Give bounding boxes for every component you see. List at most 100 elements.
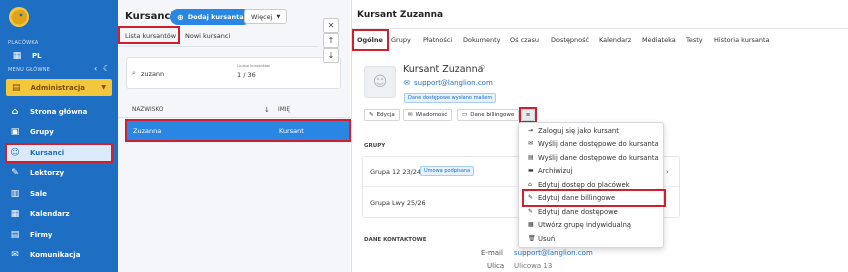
- calendar-icon: ▦: [10, 209, 20, 219]
- tab-ogolne[interactable]: Ogólne: [357, 36, 383, 44]
- sidebar-item-kursanci[interactable]: ☺ Kursanci: [10, 145, 64, 161]
- tabs-divider: [118, 46, 318, 47]
- sidebar-item-label: Firmy: [30, 231, 53, 239]
- title-divider: [352, 28, 848, 29]
- menu-item-edit-billing[interactable]: ✎ Edytuj dane billingowe: [528, 192, 615, 203]
- street-label: Ulica: [487, 262, 505, 270]
- tab-platnosci[interactable]: Płatności: [423, 36, 452, 44]
- group-name[interactable]: Grupa Lwy 25/26: [370, 199, 426, 207]
- tab-grupy[interactable]: Grupy: [391, 36, 411, 44]
- group-add-icon: ▦: [528, 221, 534, 228]
- communication-icon: ✉: [11, 250, 19, 260]
- next-button[interactable]: ↓: [323, 48, 339, 63]
- pager-label: Liczba kursantów: [237, 63, 270, 68]
- groups-section-label: GRUPY: [364, 143, 386, 149]
- tab-historia-kursanta[interactable]: Historia kursanta: [714, 36, 770, 44]
- student-email[interactable]: support@langlion.com: [414, 79, 493, 87]
- message-button[interactable]: ✉ Wiadomość: [403, 109, 453, 121]
- more-button[interactable]: Więcej ▼: [244, 9, 288, 24]
- menu-item-edit-access[interactable]: ✎ Edytuj dane dostępowe: [528, 206, 618, 217]
- placowka-select[interactable]: ▦ PL: [12, 48, 42, 64]
- menu-item-create-individual-group[interactable]: ▦ Utwórz grupę indywidualną: [528, 219, 631, 230]
- billing-button[interactable]: ▭ Dane billingowe: [457, 109, 520, 121]
- sidebar-item-firmy[interactable]: ▤ Firmy: [10, 227, 53, 243]
- more-label: Więcej: [251, 12, 273, 21]
- tab-lista-kursantow[interactable]: Lista kursantów: [125, 32, 176, 40]
- arrow-down-icon: ↓: [327, 51, 335, 60]
- send-icon: ✉: [528, 140, 534, 147]
- card-icon: ▭: [462, 112, 468, 118]
- chevron-right-icon[interactable]: ›: [666, 168, 669, 176]
- avatar[interactable]: ☺: [364, 66, 396, 98]
- tab-nowi-kursanci[interactable]: Nowi kursanci: [185, 32, 230, 40]
- sidebar-item-label: Sale: [30, 190, 47, 198]
- trash-icon: 🗑: [528, 235, 536, 242]
- pencil-icon: ✎: [369, 112, 374, 118]
- menu-item-edit-branch-access[interactable]: ⌂ Edytuj dostęp do placówek: [528, 179, 630, 190]
- col-header-nazwisko[interactable]: NAZWISKO: [132, 107, 163, 113]
- tab-kalendarz[interactable]: Kalendarz: [599, 36, 631, 44]
- contact-email[interactable]: support@langlion.com: [514, 249, 593, 257]
- dashboard-icon: ⌂: [11, 107, 19, 117]
- send-list-icon: ▤: [528, 154, 534, 161]
- prev-button[interactable]: ↑: [323, 33, 339, 48]
- sort-arrow-icon[interactable]: ↓: [264, 106, 270, 114]
- placowka-label: PLACÓWKA: [8, 40, 39, 46]
- search-input[interactable]: zuzann: [141, 70, 164, 78]
- billing-label: Dane billingowe: [470, 112, 515, 118]
- sidebar-item-sale[interactable]: ▥ Sale: [10, 186, 47, 202]
- home-icon: ⌂: [528, 181, 532, 188]
- admin-label: Administracja: [30, 83, 85, 92]
- tab-dostepnosc[interactable]: Dostępność: [551, 36, 589, 44]
- close-button[interactable]: ✕: [323, 18, 339, 33]
- moon-icon[interactable]: ☾: [103, 64, 110, 73]
- pager-value: 1 / 36: [237, 71, 256, 79]
- edit-icon: ✎: [528, 194, 534, 201]
- table-row[interactable]: Zuzanna Kursant: [127, 121, 349, 140]
- edit-label: Edycja: [376, 112, 395, 118]
- sidebar-item-kalendarz[interactable]: ▦ Kalendarz: [10, 206, 70, 222]
- filters-box: ⌕ zuzann Liczba kursantów 1 / 36: [126, 57, 341, 89]
- col-header-imie[interactable]: IMIĘ: [278, 107, 290, 113]
- menu-item-archive[interactable]: ▬ Archiwizuj: [528, 165, 572, 176]
- add-student-button[interactable]: ⊕ Dodaj kursanta: [170, 9, 251, 25]
- search-icon: ⌕: [132, 69, 136, 77]
- menu-item-label: Edytuj dostęp do placówek: [538, 180, 630, 189]
- menu-item-label: Utwórz grupę indywidualną: [538, 220, 632, 229]
- tab-testy[interactable]: Testy: [686, 36, 703, 44]
- message-icon: ✉: [408, 112, 413, 118]
- collapse-icon[interactable]: ‹: [94, 64, 97, 73]
- header-divider: [118, 117, 350, 118]
- edit-icon: ✎: [528, 208, 534, 215]
- tab-dokumenty[interactable]: Dokumenty: [463, 36, 501, 44]
- companies-icon: ▤: [10, 230, 20, 240]
- message-label: Wiadomość: [415, 112, 448, 118]
- sidebar-item-strona-glowna[interactable]: ⌂ Strona główna: [10, 104, 88, 120]
- menu-label: MENU GŁÓWNE: [8, 67, 51, 73]
- menu-item-label: Edytuj dane dostępowe: [538, 207, 618, 216]
- email-icon: ✉: [404, 79, 410, 87]
- chevron-down-icon: ▼: [276, 13, 281, 20]
- groups-icon: ▣: [10, 127, 20, 137]
- tab-os-czasu[interactable]: Oś czasu: [510, 36, 539, 44]
- building-icon: ▦: [12, 51, 22, 61]
- admin-icon: ▤: [12, 82, 21, 93]
- contact-section-label: DANE KONTAKTOWE: [364, 237, 427, 243]
- group-name[interactable]: Grupa 12 23/24: [370, 168, 421, 176]
- menu-item-login-as[interactable]: ⇥ Zaloguj się jako kursant: [528, 125, 619, 136]
- menu-item-send-access[interactable]: ✉ Wyślij dane dostępowe do kursanta: [528, 138, 659, 149]
- sidebar-item-grupy[interactable]: ▣ Grupy: [10, 124, 54, 140]
- link-icon[interactable]: ⚲: [480, 64, 485, 72]
- administracja-menu[interactable]: ▤ Administracja ▼: [6, 79, 112, 96]
- menu-item-delete[interactable]: 🗑 Usuń: [528, 233, 555, 244]
- menu-item-label: Edytuj dane billingowe: [538, 193, 616, 202]
- student-name: Kursant Zuzanna: [403, 64, 484, 75]
- tab-mediateka[interactable]: Mediateka: [642, 36, 676, 44]
- row-first-name: Kursant: [279, 127, 304, 135]
- sidebar-item-komunikacja[interactable]: ✉ Komunikacja: [10, 247, 80, 263]
- menu-item-send-access-list[interactable]: ▤ Wyślij dane dostępowe do kursanta: [528, 152, 659, 163]
- edit-button[interactable]: ✎ Edycja: [364, 109, 400, 121]
- sidebar-item-lektorzy[interactable]: ✎ Lektorzy: [10, 165, 64, 181]
- options-menu-button[interactable]: ≡: [521, 109, 535, 121]
- hamburger-icon: ≡: [525, 112, 531, 118]
